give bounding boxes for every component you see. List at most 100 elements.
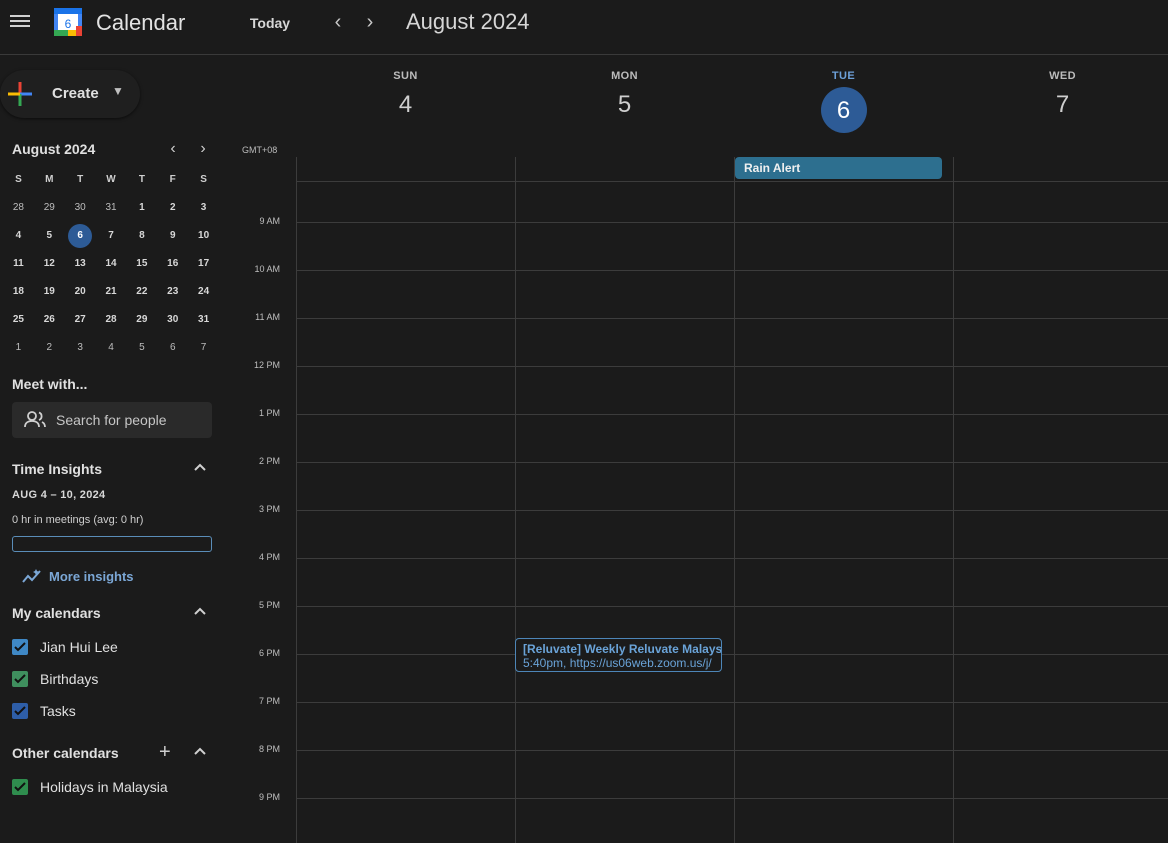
mini-day[interactable]: 5 <box>34 222 65 250</box>
day-header[interactable]: SUN 4 <box>296 70 515 138</box>
today-button[interactable]: Today <box>240 12 300 34</box>
mini-day[interactable]: 2 <box>157 194 188 222</box>
hour-line <box>296 702 1168 703</box>
mini-day[interactable]: 15 <box>126 250 157 278</box>
mini-day[interactable]: 3 <box>65 334 96 362</box>
mini-day[interactable]: 17 <box>188 250 219 278</box>
mini-day[interactable]: 27 <box>65 306 96 334</box>
mini-weekday: T <box>138 174 145 185</box>
mini-day[interactable]: 20 <box>65 278 96 306</box>
search-people-input[interactable] <box>56 410 206 430</box>
mini-day[interactable]: 11 <box>3 250 34 278</box>
mini-day[interactable]: 7 <box>188 334 219 362</box>
hour-line <box>296 798 1168 799</box>
time-label: 7 PM <box>258 696 280 706</box>
mini-day[interactable]: 4 <box>96 334 127 362</box>
event-title: [Reluvate] Weekly Reluvate Malaysia <box>523 642 722 656</box>
mini-day[interactable]: 3 <box>188 194 219 222</box>
hour-line <box>296 318 1168 319</box>
mini-day[interactable]: 25 <box>3 306 34 334</box>
time-label: 9 AM <box>259 216 280 226</box>
mini-day[interactable]: 13 <box>65 250 96 278</box>
mini-day[interactable]: 31 <box>188 306 219 334</box>
hour-line <box>296 462 1168 463</box>
mini-day[interactable]: 10 <box>188 222 219 250</box>
day-name: TUE <box>831 70 856 82</box>
chevron-up-icon[interactable] <box>192 460 208 476</box>
mini-day[interactable]: 30 <box>65 194 96 222</box>
week-grid[interactable] <box>296 157 1168 843</box>
checkbox[interactable] <box>12 671 28 687</box>
mini-day[interactable]: 1 <box>126 194 157 222</box>
mini-day[interactable]: 24 <box>188 278 219 306</box>
mini-day[interactable]: 31 <box>96 194 127 222</box>
mini-day[interactable]: 8 <box>126 222 157 250</box>
other-calendars-title: Other calendars <box>12 745 119 761</box>
mini-day[interactable]: 21 <box>96 278 127 306</box>
mini-day[interactable]: 28 <box>3 194 34 222</box>
chevron-left-icon[interactable]: ‹ <box>326 10 350 34</box>
mini-day[interactable]: 18 <box>3 278 34 306</box>
mini-day[interactable]: 2 <box>34 334 65 362</box>
mini-day[interactable]: 4 <box>3 222 34 250</box>
insights-meetings: 0 hr in meetings (avg: 0 hr) <box>12 514 144 526</box>
time-label: 2 PM <box>258 456 280 466</box>
add-calendar-icon[interactable]: + <box>159 741 171 764</box>
search-people-box[interactable] <box>12 402 212 438</box>
day-number[interactable]: 4 <box>296 92 515 138</box>
day-number[interactable]: 5 <box>515 92 734 138</box>
mini-day[interactable]: 9 <box>157 222 188 250</box>
mini-day[interactable]: 14 <box>96 250 127 278</box>
caret-down-icon[interactable]: ▼ <box>112 84 124 98</box>
mini-day[interactable]: 16 <box>157 250 188 278</box>
chevron-up-icon[interactable] <box>192 744 208 760</box>
chevron-up-icon[interactable] <box>192 604 208 620</box>
checkbox[interactable] <box>12 703 28 719</box>
reluvate-meeting-event[interactable]: [Reluvate] Weekly Reluvate Malaysia 5:40… <box>515 638 722 672</box>
day-number[interactable]: 6 <box>734 88 953 134</box>
mini-day[interactable]: 19 <box>34 278 65 306</box>
mini-day[interactable]: 26 <box>34 306 65 334</box>
day-header[interactable]: WED 7 <box>953 70 1168 138</box>
time-insights-title: Time Insights <box>12 461 102 477</box>
rain-alert-event[interactable]: Rain Alert <box>735 157 942 179</box>
mini-weekday: S <box>200 174 207 185</box>
mini-weekday: T <box>77 174 84 185</box>
mini-day[interactable]: 30 <box>157 306 188 334</box>
hour-line <box>296 654 1168 655</box>
mini-day[interactable]: 23 <box>157 278 188 306</box>
day-column-divider <box>515 157 516 843</box>
main-menu-icon[interactable] <box>10 12 30 32</box>
create-plus-icon <box>8 82 32 106</box>
day-number[interactable]: 7 <box>953 92 1168 138</box>
day-header[interactable]: MON 5 <box>515 70 734 138</box>
mini-weekday: S <box>15 174 22 185</box>
logo-day: 6 <box>65 17 72 31</box>
day-name: WED <box>1049 70 1076 82</box>
mini-day[interactable]: 5 <box>126 334 157 362</box>
mini-day[interactable]: 6 <box>65 222 96 250</box>
mini-weekday: F <box>169 174 176 185</box>
top-bar: 6 Calendar Today ‹ › August 2024 <box>0 0 1168 55</box>
mini-next-icon[interactable]: › <box>195 140 211 158</box>
mini-prev-icon[interactable]: ‹ <box>165 140 181 158</box>
check-icon <box>14 782 26 792</box>
mini-day[interactable]: 28 <box>96 306 127 334</box>
mini-day[interactable]: 29 <box>34 194 65 222</box>
chevron-right-icon[interactable]: › <box>358 10 382 34</box>
create-label: Create <box>52 85 99 102</box>
check-icon <box>14 674 26 684</box>
day-header[interactable]: TUE 6 <box>734 70 953 134</box>
mini-day[interactable]: 29 <box>126 306 157 334</box>
create-button[interactable]: Create ▼ <box>0 70 140 118</box>
event-detail: 5:40pm, https://us06web.zoom.us/j/ <box>523 656 712 670</box>
hour-line <box>296 750 1168 751</box>
mini-day[interactable]: 12 <box>34 250 65 278</box>
mini-day[interactable]: 6 <box>157 334 188 362</box>
mini-day[interactable]: 7 <box>96 222 127 250</box>
time-label: 5 PM <box>258 600 280 610</box>
checkbox[interactable] <box>12 639 28 655</box>
checkbox[interactable] <box>12 779 28 795</box>
mini-day[interactable]: 22 <box>126 278 157 306</box>
mini-day[interactable]: 1 <box>3 334 34 362</box>
